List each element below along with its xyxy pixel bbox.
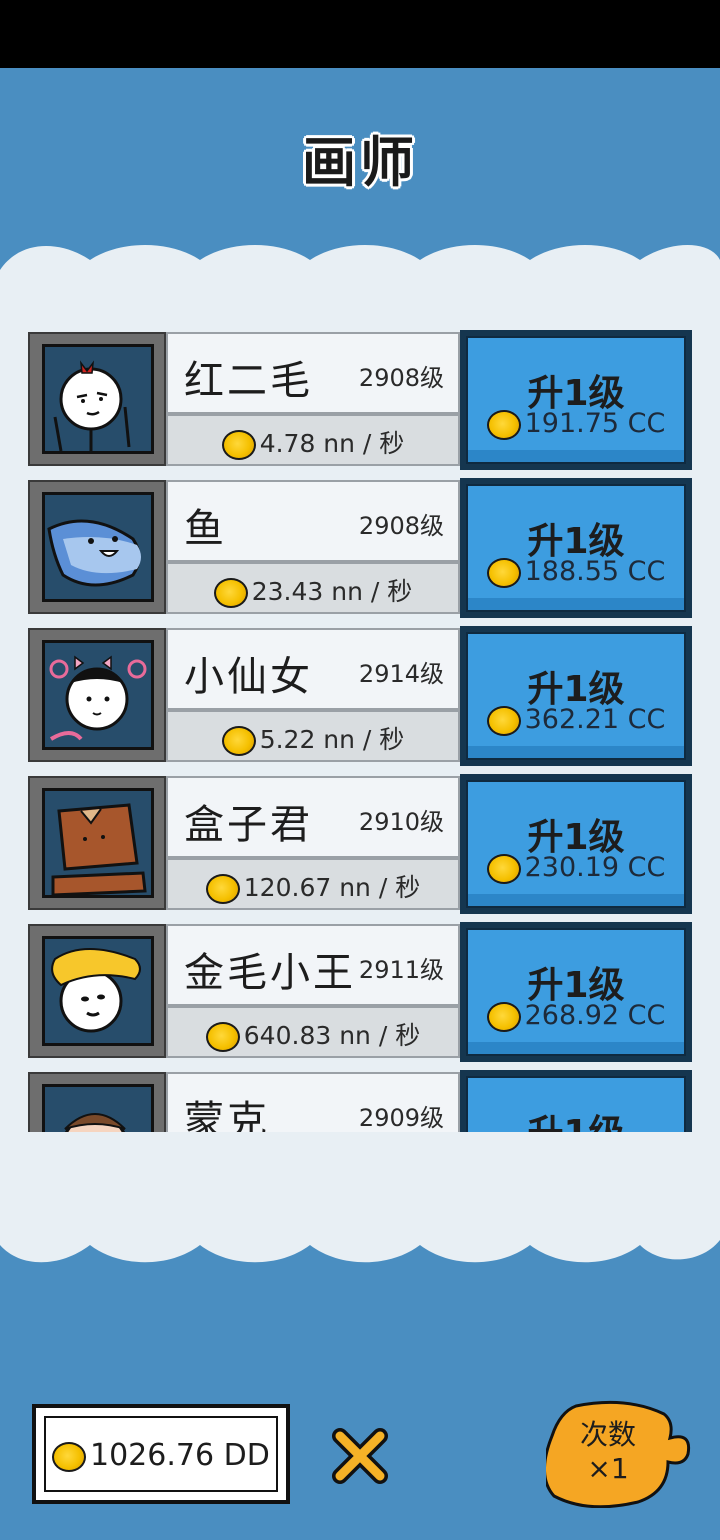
painter-info: 盒子君 2910级 [166,776,460,858]
avatar-frame [28,628,166,762]
painter-row: 蒙克 2909级 升1级 [28,1070,692,1132]
avatar-frame [28,776,166,910]
painter-name: 金毛小王 [184,950,356,996]
cardboard-box-avatar [42,788,154,898]
painter-info: 金毛小王 2911级 [166,924,460,1006]
upgrade-button[interactable]: 升1级 268.92 CC [460,922,692,1062]
painter-row: 盒子君 2910级 120.67 nn / 秒 升1级 230.19 CC [28,774,692,914]
coin-icon [486,1001,521,1032]
upgrade-button[interactable]: 升1级 191.75 CC [460,330,692,470]
painter-rate-bar: 4.78 nn / 秒 [166,414,460,466]
coin-icon [205,1022,240,1052]
coin-icon [213,578,248,608]
coin-icon [52,1441,86,1472]
painter-level: 2911级 [358,956,444,984]
painter-rate: 5.22 nn / 秒 [259,725,405,754]
blue-fish-avatar [42,492,154,602]
painter-rate-bar: 5.22 nn / 秒 [166,710,460,762]
painter-level: 2914级 [358,660,444,688]
times-value: ×1 [587,1452,629,1485]
upgrade-cost: 188.55 CC [524,556,666,587]
coin-icon [205,874,240,904]
upgrade-button[interactable]: 升1级 [460,1070,692,1132]
coin-icon [486,705,521,736]
upgrade-button[interactable]: 升1级 188.55 CC [460,478,692,618]
blonde-hair-avatar [42,936,154,1046]
painter-row: 红二毛 2908级 4.78 nn / 秒 升1级 191.75 CC [28,330,692,470]
painter-rate: 640.83 nn / 秒 [243,1021,421,1050]
painter-list[interactable]: 红二毛 2908级 4.78 nn / 秒 升1级 191.75 CC 鱼 29… [28,330,692,1132]
painter-level: 2910级 [358,808,444,836]
coin-icon [221,430,256,460]
painter-info: 小仙女 2914级 [166,628,460,710]
times-counter[interactable]: 次数 ×1 [548,1418,668,1486]
upgrade-button[interactable]: 升1级 362.21 CC [460,626,692,766]
wallet-display: 1026.76 DD [32,1404,290,1504]
painter-name: 蒙克 [184,1098,270,1132]
fairy-girl-avatar [42,640,154,750]
upgrade-cost: 191.75 CC [524,408,666,439]
coin-icon [486,409,521,440]
avatar-frame [28,924,166,1058]
times-label: 次数 [579,1418,636,1451]
painter-name: 小仙女 [184,654,313,700]
coin-icon [486,557,521,588]
painter-level: 2909级 [358,1104,444,1132]
upgrade-button[interactable]: 升1级 230.19 CC [460,774,692,914]
upgrade-cost: 230.19 CC [524,852,666,883]
upgrade-cost: 362.21 CC [524,704,666,735]
painter-rate: 4.78 nn / 秒 [259,429,405,458]
painter-rate-bar: 23.43 nn / 秒 [166,562,460,614]
painter-row: 小仙女 2914级 5.22 nn / 秒 升1级 362.21 CC [28,626,692,766]
painter-name: 鱼 [184,506,227,552]
painter-rate: 23.43 nn / 秒 [251,577,413,606]
avatar-frame [28,1072,166,1132]
page-title: 画师 [302,131,418,194]
avatar-frame [28,332,166,466]
coin-icon [221,726,256,756]
curly-hair-man-avatar [42,1084,154,1132]
painter-row: 鱼 2908级 23.43 nn / 秒 升1级 188.55 CC [28,478,692,618]
upgrade-cost: 268.92 CC [524,1000,666,1031]
painter-name: 红二毛 [184,358,313,404]
close-icon[interactable] [330,1426,390,1486]
status-bar [0,0,720,68]
painter-level: 2908级 [358,364,444,392]
wallet-amount: 1026.76 DD [90,1438,270,1473]
painter-rate-bar: 640.83 nn / 秒 [166,1006,460,1058]
avatar-frame [28,480,166,614]
painter-name: 盒子君 [184,802,313,848]
stick-figure-red-bow-avatar [42,344,154,454]
painter-row: 金毛小王 2911级 640.83 nn / 秒 升1级 268.92 CC [28,922,692,1062]
painter-level: 2908级 [358,512,444,540]
painter-rate-bar: 120.67 nn / 秒 [166,858,460,910]
painter-info: 鱼 2908级 [166,480,460,562]
painter-info: 蒙克 2909级 [166,1072,460,1132]
painter-rate: 120.67 nn / 秒 [243,873,421,902]
painter-info: 红二毛 2908级 [166,332,460,414]
upgrade-label: 升1级 [468,1104,684,1132]
coin-icon [486,853,521,884]
